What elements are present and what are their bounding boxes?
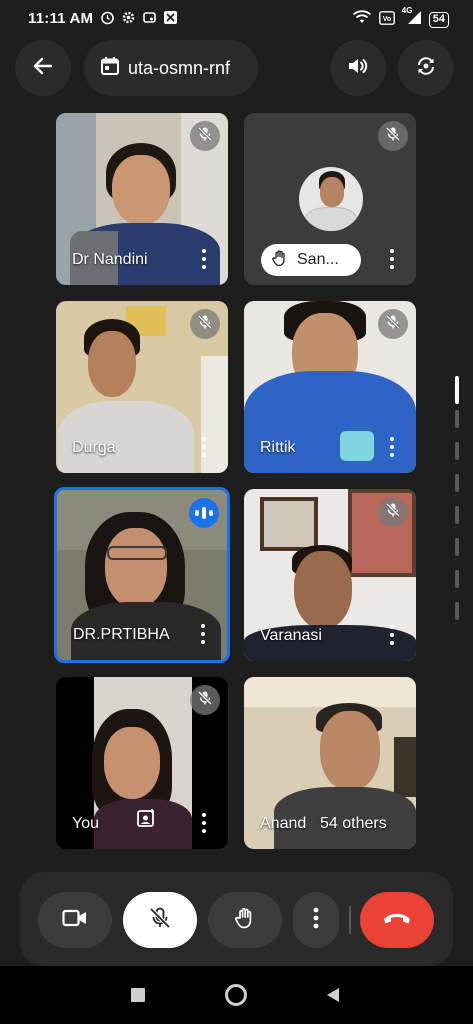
home-icon[interactable] — [225, 984, 247, 1006]
switch-camera-button[interactable] — [398, 40, 454, 96]
participant-more-button[interactable] — [202, 437, 208, 457]
arrow-left-icon — [32, 55, 54, 82]
mic-off-icon — [385, 314, 401, 335]
participant-name: You — [72, 815, 99, 832]
participant-name: Varanasi — [260, 627, 322, 644]
mute-badge — [190, 685, 220, 715]
raise-hand-icon — [233, 906, 257, 935]
participant-name: Anand — [260, 815, 307, 832]
more-options-button[interactable] — [293, 892, 339, 948]
mute-badge — [378, 121, 408, 151]
mic-off-icon — [197, 126, 213, 147]
participant-tile[interactable]: Rittik — [244, 301, 416, 473]
scroll-indicator[interactable] — [455, 376, 459, 626]
mic-off-icon — [197, 690, 213, 711]
cellular-signal-icon: 4G — [402, 6, 422, 30]
participant-more-button[interactable] — [390, 625, 396, 645]
hand-raised-chip: San... — [261, 244, 361, 276]
battery-indicator: 54 — [428, 12, 449, 28]
status-bar: 11:11 AM Vo 4G 54 — [0, 0, 473, 40]
back-button[interactable] — [15, 40, 71, 96]
participant-name: Rittik — [260, 439, 296, 456]
alarm-icon — [100, 10, 115, 25]
meeting-code: uta-osmn-rnf — [128, 57, 231, 78]
end-call-icon — [382, 910, 412, 931]
settings-icon — [121, 10, 136, 25]
others-count-label: 54 others — [320, 815, 387, 832]
video-camera-icon — [62, 908, 88, 933]
participant-tile-others[interactable]: Anand 54 others — [244, 677, 416, 849]
participant-tile-active-speaker[interactable]: DR.PRTIBHA — [54, 487, 230, 663]
participant-more-button[interactable] — [201, 624, 207, 644]
controls-divider — [349, 906, 351, 934]
participant-more-button[interactable] — [202, 249, 208, 269]
audio-output-button[interactable] — [330, 40, 386, 96]
mic-off-icon — [385, 502, 401, 523]
network-type-label: 4G — [401, 6, 413, 15]
mute-badge — [190, 121, 220, 151]
mic-off-icon — [148, 906, 172, 935]
mute-badge — [190, 309, 220, 339]
system-navigation-bar — [0, 966, 473, 1024]
raise-hand-button[interactable] — [208, 892, 282, 948]
calendar-icon — [100, 56, 120, 81]
mic-off-icon — [385, 126, 401, 147]
end-call-button[interactable] — [360, 892, 434, 948]
participant-tile[interactable]: San... — [244, 113, 416, 285]
call-controls-bar — [20, 872, 453, 966]
participant-name: DR.PRTIBHA — [73, 626, 170, 643]
camera-toggle-button[interactable] — [38, 892, 112, 948]
raise-hand-icon — [271, 249, 289, 272]
participant-tile-self[interactable]: You — [56, 677, 228, 849]
meeting-info-button[interactable]: uta-osmn-rnf — [84, 40, 258, 96]
speaking-indicator — [189, 498, 219, 528]
mic-toggle-button[interactable] — [123, 892, 197, 948]
participant-tile[interactable]: Dr Nandini — [56, 113, 228, 285]
participant-more-button[interactable] — [390, 437, 396, 457]
mute-badge — [378, 497, 408, 527]
cast-icon — [142, 10, 157, 25]
status-notification-icons — [100, 10, 178, 25]
recents-icon[interactable] — [131, 988, 145, 1002]
scroll-thumb[interactable] — [455, 376, 459, 404]
speaker-icon — [346, 54, 370, 83]
wifi-icon — [352, 10, 372, 30]
participant-name: Durga — [72, 439, 116, 456]
mute-badge — [378, 309, 408, 339]
app-notification-icon — [163, 10, 178, 25]
volte-icon: Vo — [378, 10, 395, 30]
participant-avatar — [299, 167, 363, 231]
participant-tile[interactable]: Varanasi — [244, 489, 416, 661]
status-time: 11:11 AM — [28, 10, 94, 27]
participant-name: San... — [297, 251, 339, 268]
participant-more-button[interactable] — [390, 249, 396, 269]
more-vert-icon — [313, 907, 319, 934]
participant-name: Dr Nandini — [72, 251, 148, 268]
mic-off-icon — [197, 314, 213, 335]
status-system-icons: Vo 4G 54 — [352, 6, 449, 30]
visual-effects-icon[interactable] — [136, 808, 156, 833]
participant-tile[interactable]: Durga — [56, 301, 228, 473]
svg-text:Vo: Vo — [383, 16, 391, 23]
participant-more-button[interactable] — [202, 813, 208, 833]
switch-camera-icon — [413, 53, 439, 84]
back-nav-icon[interactable] — [325, 987, 341, 1008]
